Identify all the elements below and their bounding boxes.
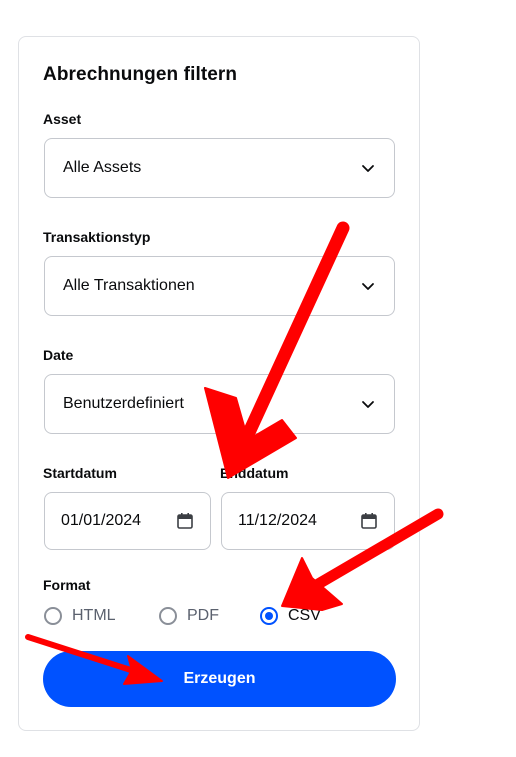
date-range-select-value: Benutzerdefiniert [63,395,184,412]
end-date-value: 11/12/2024 [238,512,317,529]
chevron-down-icon [362,165,374,172]
transaction-type-select-value: Alle Transaktionen [63,277,195,294]
radio-button-html[interactable] [44,607,62,625]
transaction-type-label: Transaktionstyp [43,229,151,245]
calendar-icon[interactable] [176,512,194,530]
chevron-down-icon [362,283,374,290]
transaction-type-select[interactable]: Alle Transaktionen [44,256,395,316]
start-date-value: 01/01/2024 [61,512,142,529]
format-option-label: CSV [288,607,321,624]
format-option-pdf[interactable]: PDF [159,605,219,627]
radio-button-csv-selected[interactable] [260,607,278,625]
asset-select-value: Alle Assets [63,159,142,176]
generate-button[interactable]: Erzeugen [43,651,396,707]
start-date-label: Startdatum [43,465,117,481]
date-label: Date [43,347,74,363]
asset-select[interactable]: Alle Assets [44,138,395,198]
format-option-html[interactable]: HTML [44,605,116,627]
asset-label: Asset [43,111,82,127]
format-option-label: PDF [187,607,219,624]
radio-button-pdf[interactable] [159,607,177,625]
calendar-icon[interactable] [360,512,378,530]
format-label: Format [43,577,91,593]
date-range-select[interactable]: Benutzerdefiniert [44,374,395,434]
end-date-input[interactable]: 11/12/2024 [221,492,395,550]
format-option-label: HTML [72,607,116,624]
format-option-csv[interactable]: CSV [260,605,321,627]
end-date-label: Enddatum [220,465,289,481]
chevron-down-icon [362,401,374,408]
start-date-input[interactable]: 01/01/2024 [44,492,211,550]
panel-title: Abrechnungen filtern [43,64,238,85]
